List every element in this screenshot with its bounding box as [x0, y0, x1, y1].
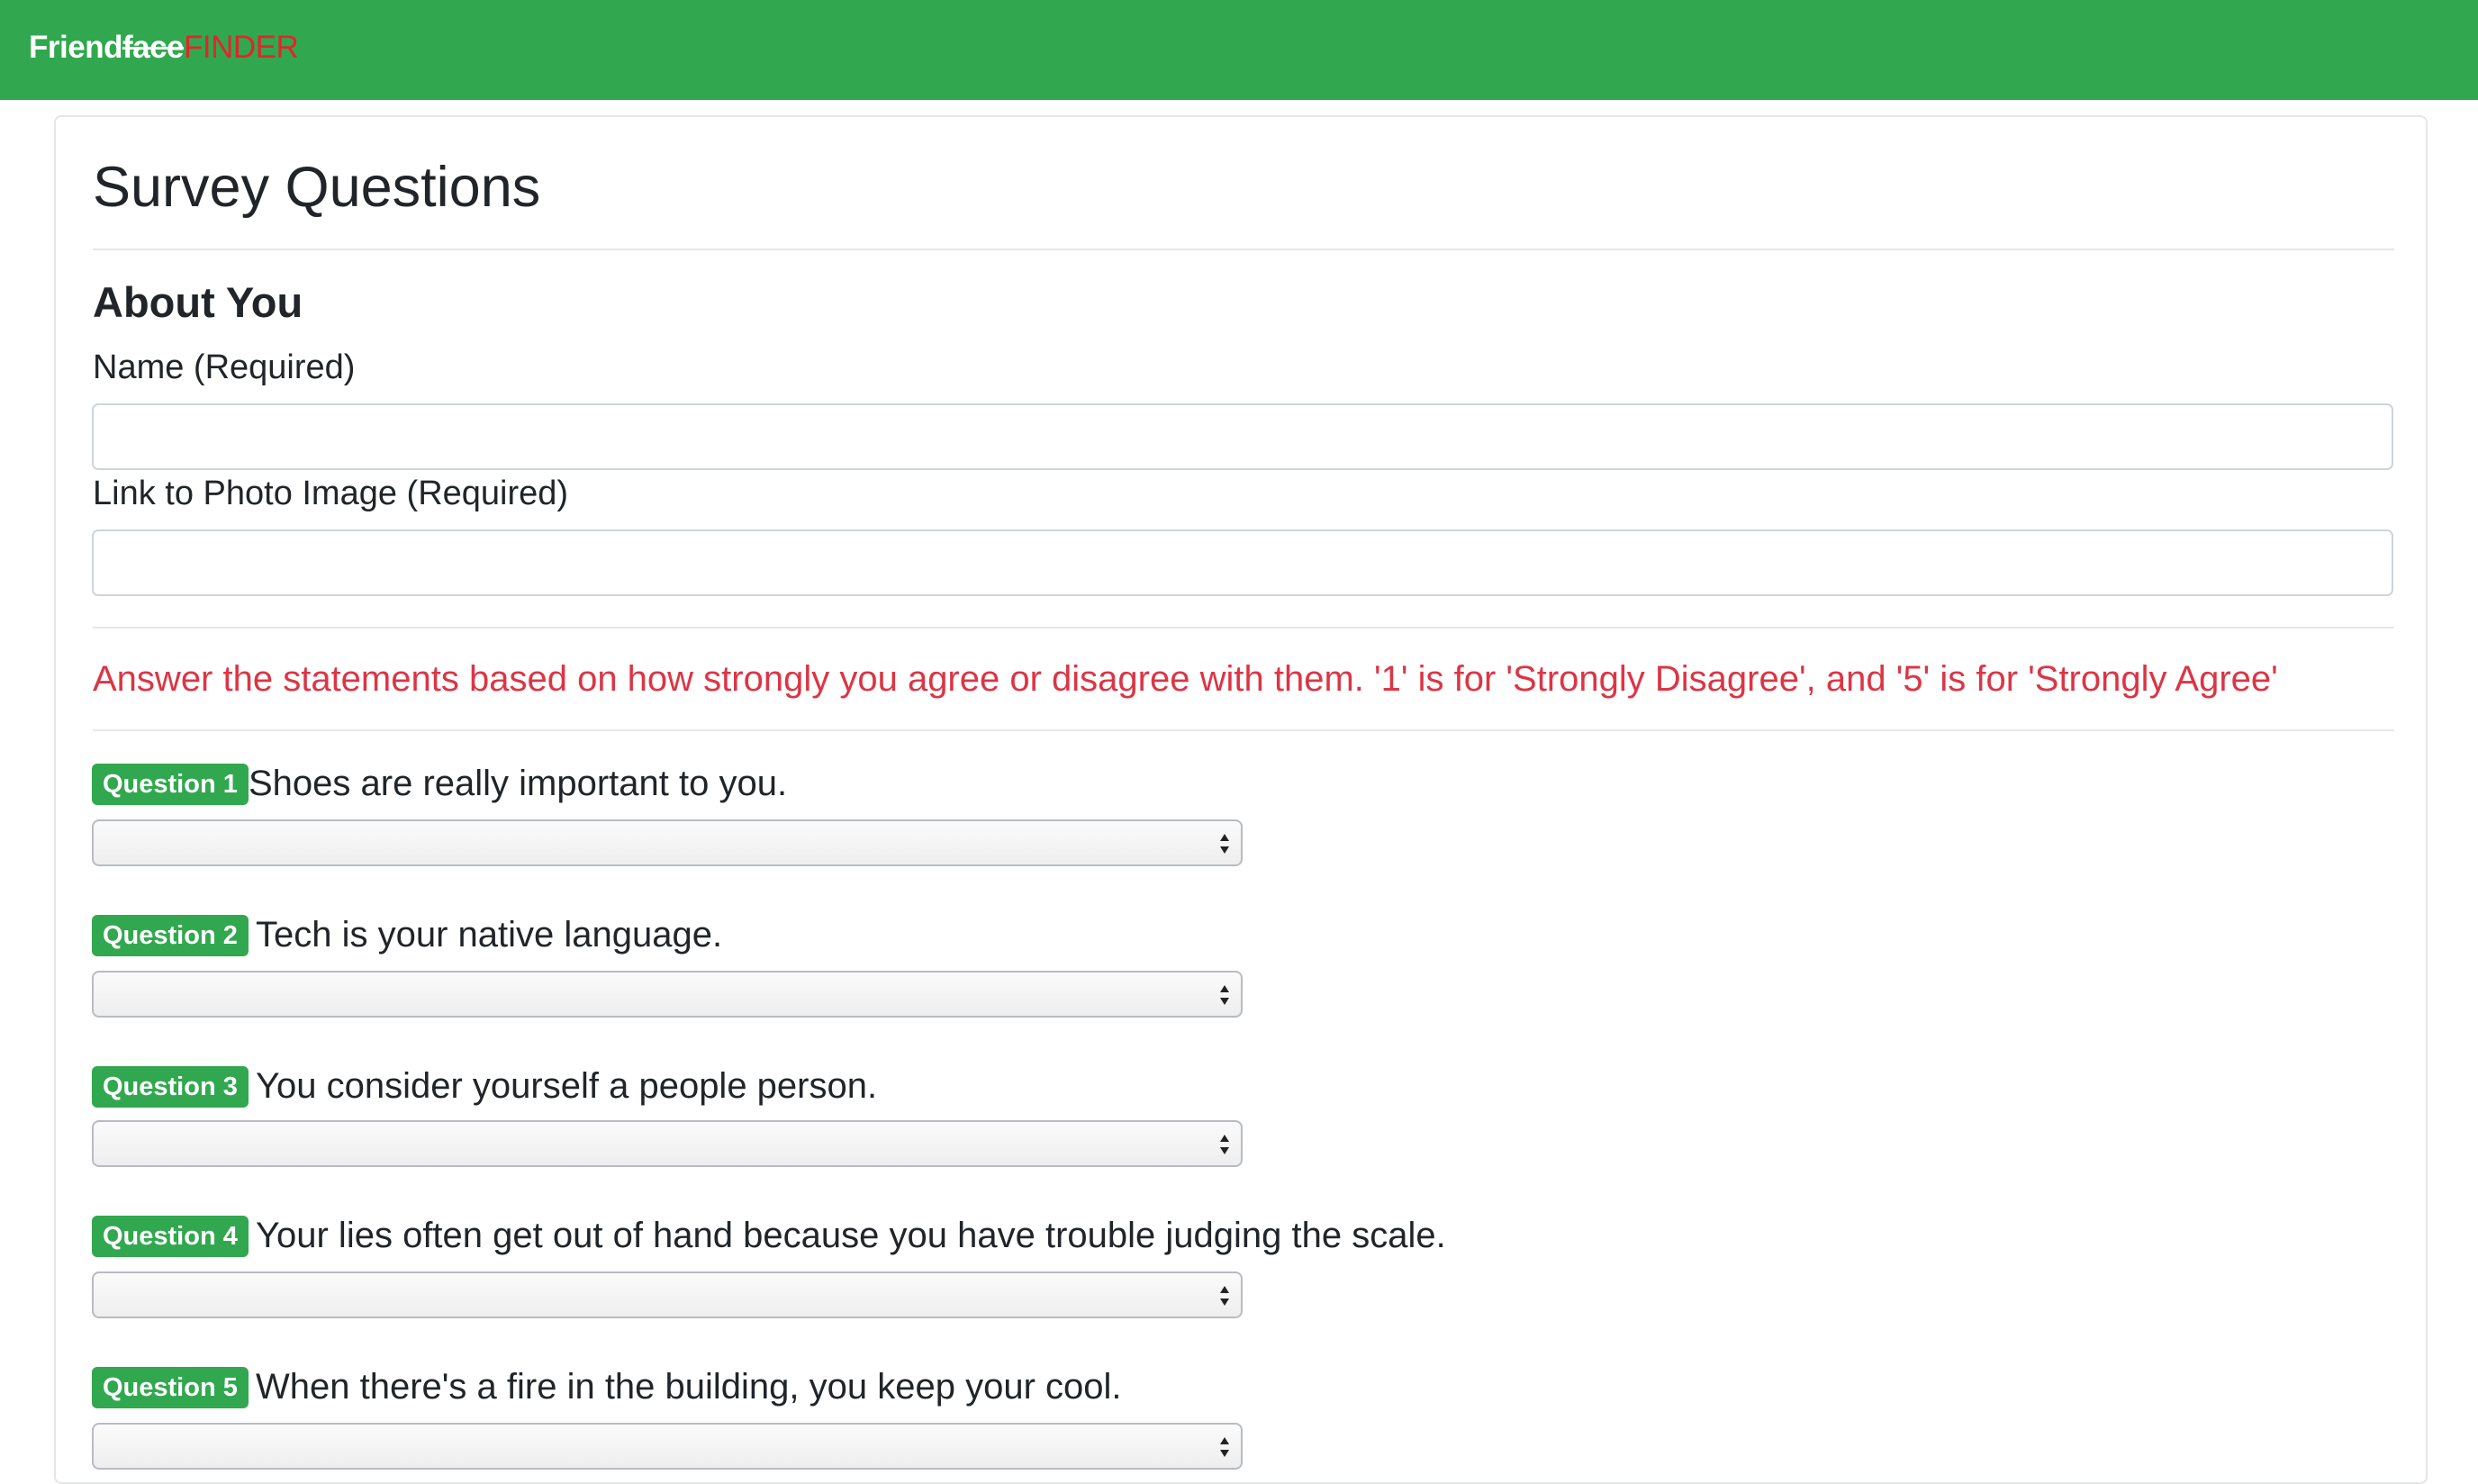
- title-divider: [93, 249, 2394, 250]
- up-down-arrows-icon: [1220, 1135, 1229, 1154]
- photo-link-field-label: Link to Photo Image (Required): [93, 475, 569, 512]
- instructions-text: Answer the statements based on how stron…: [93, 659, 2278, 699]
- name-field-label: Name (Required): [93, 348, 356, 386]
- up-down-arrows-icon: [1220, 1437, 1229, 1457]
- question-1-text: Shoes are really important to you.: [249, 764, 788, 803]
- question-4-badge: Question 4: [92, 1216, 249, 1257]
- instructions-bottom-divider: [93, 729, 2394, 731]
- up-down-arrows-icon: [1220, 1286, 1229, 1306]
- top-navbar: FriendfaceFINDER: [0, 0, 2478, 100]
- question-5-badge: Question 5: [92, 1367, 249, 1408]
- brand-text-face: face: [122, 30, 185, 65]
- page-title: Survey Questions: [93, 156, 541, 219]
- up-down-arrows-icon: [1220, 985, 1229, 1005]
- question-3-text: You consider yourself a people person.: [256, 1066, 878, 1106]
- question-3-select[interactable]: [92, 1120, 1243, 1167]
- question-2-select[interactable]: [92, 971, 1243, 1018]
- name-input[interactable]: [92, 403, 2393, 470]
- question-4-select[interactable]: [92, 1271, 1243, 1318]
- question-3-badge: Question 3: [92, 1066, 249, 1108]
- brand-logo[interactable]: FriendfaceFINDER: [29, 27, 299, 68]
- question-1-badge: Question 1: [92, 764, 249, 805]
- brand-text-friend: Friend: [29, 30, 122, 65]
- question-2-text: Tech is your native language.: [256, 915, 723, 955]
- about-you-heading: About You: [93, 278, 303, 326]
- question-5-text: When there's a fire in the building, you…: [256, 1367, 1122, 1407]
- question-4-text: Your lies often get out of hand because …: [256, 1216, 1446, 1255]
- instructions-top-divider: [93, 627, 2394, 629]
- brand-text-finder: FINDER: [184, 30, 299, 65]
- question-2-badge: Question 2: [92, 915, 249, 956]
- question-1-select[interactable]: [92, 819, 1243, 866]
- photo-link-input[interactable]: [92, 529, 2393, 596]
- question-5-select[interactable]: [92, 1423, 1243, 1470]
- up-down-arrows-icon: [1220, 834, 1229, 854]
